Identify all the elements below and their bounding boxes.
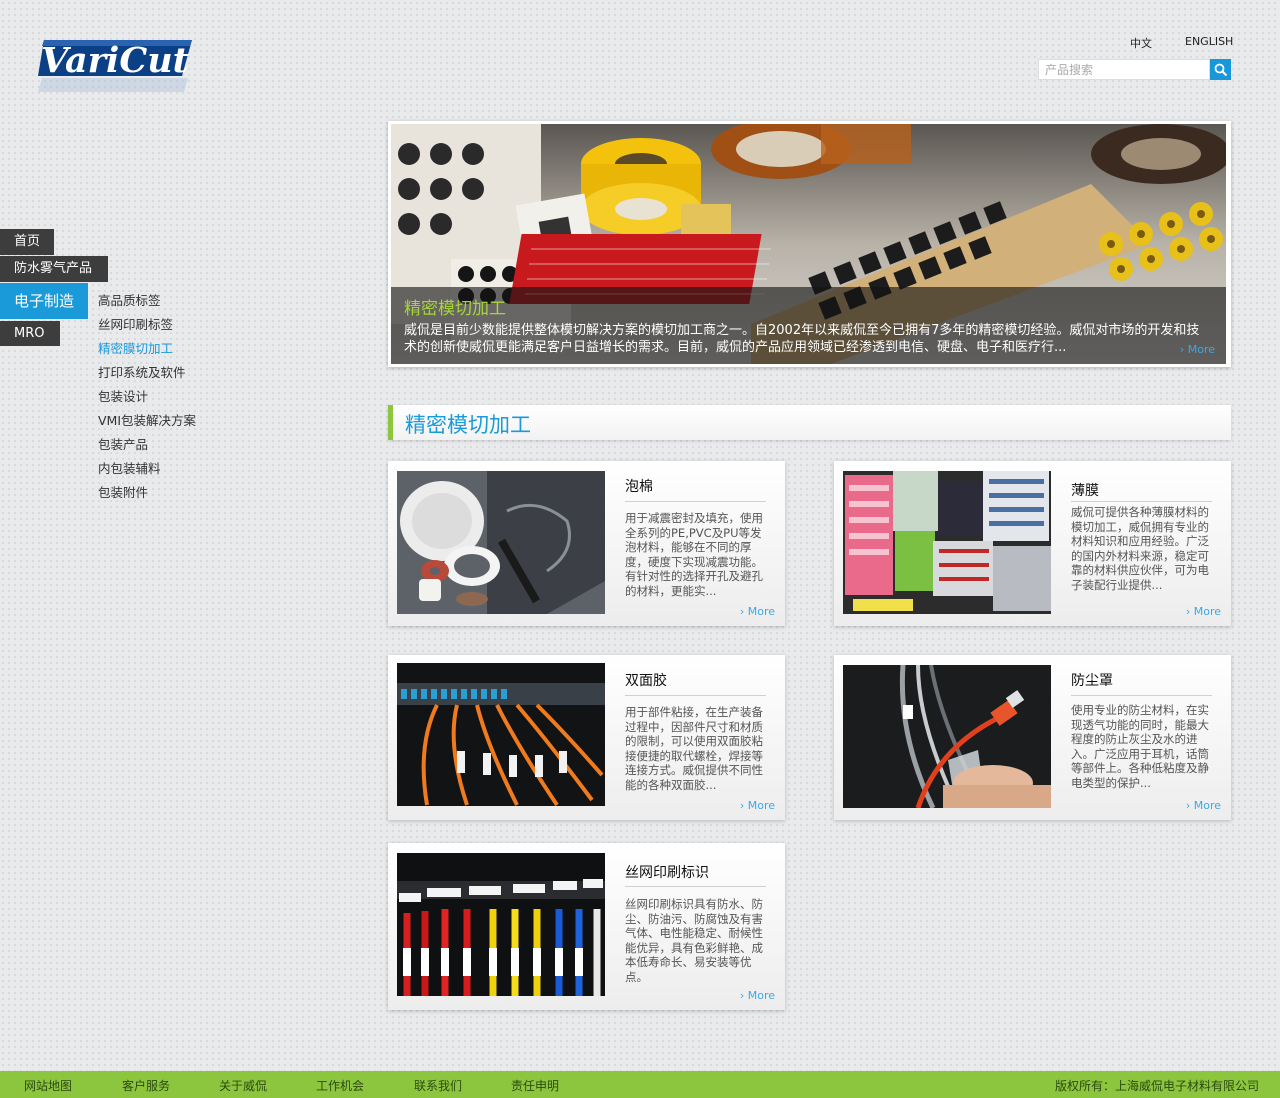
footer-link-about[interactable]: 关于威侃 xyxy=(219,1077,267,1094)
title-divider xyxy=(625,886,766,887)
lang-chinese-link[interactable]: 中文 xyxy=(1130,35,1152,51)
product-description: 用于减震密封及填充，使用全系列的PE,PVC及PU等发泡材料，能够在不同的厚度，… xyxy=(625,511,763,598)
banner-image[interactable]: 精密模切加工 威侃是目前少数能提供整体模切解决方案的模切加工商之一。自2002年… xyxy=(391,124,1226,364)
banner-more-label: More xyxy=(1187,343,1215,356)
product-title[interactable]: 防尘罩 xyxy=(1071,670,1113,690)
search-icon xyxy=(1214,63,1227,76)
footer-link-disclaimer[interactable]: 责任申明 xyxy=(511,1077,559,1094)
nav-tab-electronics[interactable]: 电子制造 xyxy=(0,283,88,319)
sub-nav-item[interactable]: 高品质标签 xyxy=(98,289,196,313)
more-label: More xyxy=(1193,605,1221,618)
product-description: 使用专业的防尘材料，在实现透气功能的同时，能最大程度的防止灰尘及水的进入。广泛应… xyxy=(1071,703,1209,790)
more-link[interactable]: › More xyxy=(740,989,775,1002)
more-link[interactable]: › More xyxy=(740,799,775,812)
product-card-screen-print-labels[interactable]: 丝网印刷标识 丝网印刷标识具有防水、防尘、防油污、防腐蚀及有害气体、电性能稳定、… xyxy=(388,843,785,1010)
product-card-dust-cover[interactable]: 防尘罩 使用专业的防尘材料，在实现透气功能的同时，能最大程度的防止灰尘及水的进入… xyxy=(834,655,1231,820)
more-link[interactable]: › More xyxy=(740,605,775,618)
search-input[interactable] xyxy=(1038,59,1210,80)
more-label: More xyxy=(747,799,775,812)
sub-nav-item[interactable]: 内包装辅料 xyxy=(98,457,196,481)
product-card-double-sided-tape[interactable]: 双面胶 用于部件粘接，在生产装备过程中，因部件尺寸和材质的限制，可以使用双面胶粘… xyxy=(388,655,785,820)
sub-nav-item-active[interactable]: 精密膜切加工 xyxy=(98,337,196,361)
product-title[interactable]: 双面胶 xyxy=(625,670,667,690)
product-description: 丝网印刷标识具有防水、防尘、防油污、防腐蚀及有害气体、电性能稳定、耐候性能优异，… xyxy=(625,897,763,984)
product-description: 用于部件粘接，在生产装备过程中，因部件尺寸和材质的限制，可以使用双面胶粘接便捷的… xyxy=(625,705,763,792)
search-box xyxy=(1038,59,1231,80)
sub-nav: 高品质标签 丝网印刷标签 精密膜切加工 打印系统及软件 包装设计 VMI包装解决… xyxy=(98,289,196,505)
search-button[interactable] xyxy=(1210,59,1231,80)
more-label: More xyxy=(747,605,775,618)
sub-nav-item[interactable]: 打印系统及软件 xyxy=(98,361,196,385)
sub-nav-item[interactable]: 包装产品 xyxy=(98,433,196,457)
sub-nav-item[interactable]: 丝网印刷标签 xyxy=(98,313,196,337)
footer-link-customer-service[interactable]: 客户服务 xyxy=(122,1077,170,1094)
more-label: More xyxy=(1193,799,1221,812)
footer: 网站地图 客户服务 关于威侃 工作机会 联系我们 责任申明 版权所有：上海威侃电… xyxy=(0,1071,1280,1098)
product-description: 威侃可提供各种薄膜材料的模切加工，威侃拥有专业的材料知识和应用经验。广泛的国内外… xyxy=(1071,505,1209,592)
more-link[interactable]: › More xyxy=(1186,605,1221,618)
product-image-film[interactable] xyxy=(843,471,1051,614)
hero-banner: 精密模切加工 威侃是目前少数能提供整体模切解决方案的模切加工商之一。自2002年… xyxy=(388,121,1231,367)
product-card-film[interactable]: 薄膜 威侃可提供各种薄膜材料的模切加工，威侃拥有专业的材料知识和应用经验。广泛的… xyxy=(834,461,1231,626)
footer-link-contact[interactable]: 联系我们 xyxy=(414,1077,462,1094)
footer-copyright: 版权所有：上海威侃电子材料有限公司 xyxy=(1054,1079,1259,1093)
title-divider xyxy=(1071,695,1212,696)
title-divider xyxy=(1071,501,1212,502)
product-title[interactable]: 泡棉 xyxy=(625,476,653,496)
product-title[interactable]: 薄膜 xyxy=(1071,480,1099,500)
varicut-logo[interactable]: VariCut xyxy=(38,38,194,94)
title-divider xyxy=(625,501,766,502)
lang-english-link[interactable]: ENGLISH xyxy=(1185,35,1233,48)
banner-text: 威侃是目前少数能提供整体模切解决方案的模切加工商之一。自2002年以来威侃至今已… xyxy=(404,323,1200,355)
nav-tab-waterproof[interactable]: 防水雾气产品 xyxy=(0,256,108,282)
product-card-foam[interactable]: 泡棉 用于减震密封及填充，使用全系列的PE,PVC及PU等发泡材料，能够在不同的… xyxy=(388,461,785,626)
product-title[interactable]: 丝网印刷标识 xyxy=(625,862,709,882)
more-link[interactable]: › More xyxy=(1186,799,1221,812)
sub-nav-item[interactable]: VMI包装解决方案 xyxy=(98,409,196,433)
sub-nav-item[interactable]: 包装设计 xyxy=(98,385,196,409)
banner-caption: 精密模切加工 威侃是目前少数能提供整体模切解决方案的模切加工商之一。自2002年… xyxy=(391,287,1226,364)
section-header: 精密模切加工 xyxy=(388,405,1231,440)
banner-title: 精密模切加工 xyxy=(404,299,506,319)
title-divider xyxy=(625,695,766,696)
logo-text: VariCut xyxy=(41,40,189,81)
footer-link-jobs[interactable]: 工作机会 xyxy=(316,1077,364,1094)
footer-link-sitemap[interactable]: 网站地图 xyxy=(24,1077,72,1094)
section-accent-bar xyxy=(388,405,393,440)
more-label: More xyxy=(747,989,775,1002)
sub-nav-item[interactable]: 包装附件 xyxy=(98,481,196,505)
banner-more-link[interactable]: › More xyxy=(1180,343,1215,356)
nav-tab-mro[interactable]: MRO xyxy=(0,321,60,346)
nav-tab-home[interactable]: 首页 xyxy=(0,229,54,255)
section-title: 精密模切加工 xyxy=(405,413,531,437)
product-image-dust-cover[interactable] xyxy=(843,665,1051,808)
product-image-screen-print-labels[interactable] xyxy=(397,853,605,996)
product-image-double-sided-tape[interactable] xyxy=(397,663,605,806)
product-image-foam[interactable] xyxy=(397,471,605,614)
